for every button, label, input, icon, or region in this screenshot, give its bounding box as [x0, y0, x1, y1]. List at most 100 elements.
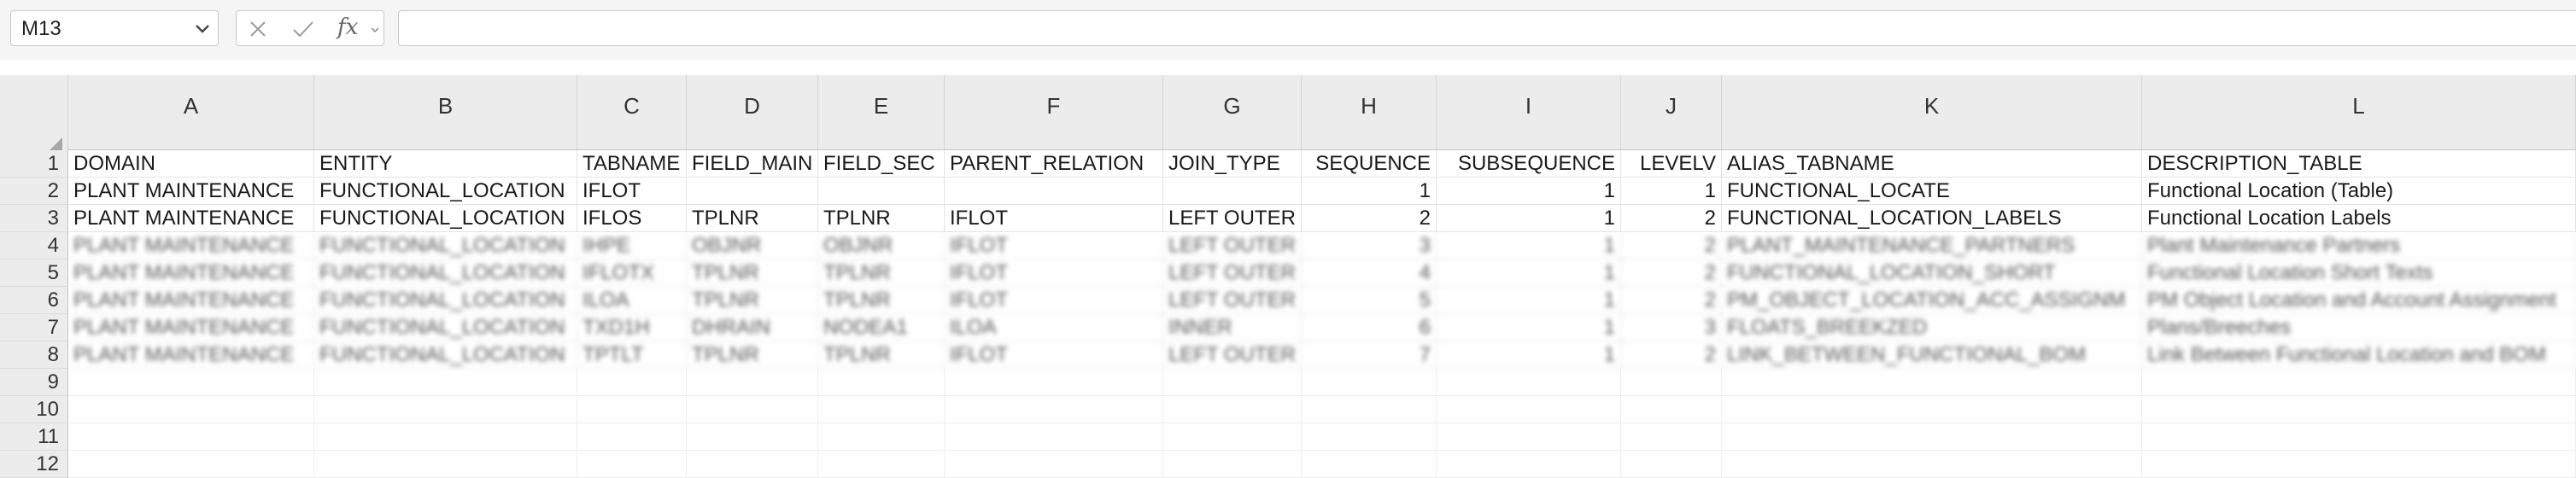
- cell-b10[interactable]: [314, 396, 577, 423]
- cell-h4[interactable]: 3: [1302, 232, 1437, 259]
- cell-h9[interactable]: [1302, 369, 1437, 396]
- cell-f5[interactable]: IFLOT: [945, 259, 1163, 287]
- cell-d4[interactable]: OBJNR: [687, 232, 818, 259]
- cell-g8[interactable]: LEFT OUTER: [1163, 341, 1302, 369]
- cell-a6[interactable]: PLANT MAINTENANCE: [68, 287, 314, 314]
- cell-b3[interactable]: FUNCTIONAL_LOCATION: [314, 205, 577, 232]
- cell-e1[interactable]: FIELD_SEC: [818, 150, 945, 178]
- cell-g10[interactable]: [1163, 396, 1302, 423]
- cell-k6[interactable]: PM_OBJECT_LOCATION_ACC_ASSIGNM: [1722, 287, 2142, 314]
- chevron-down-icon[interactable]: [192, 18, 213, 38]
- cell-e2[interactable]: [818, 178, 945, 205]
- cell-g5[interactable]: LEFT OUTER: [1163, 259, 1302, 287]
- cell-b4[interactable]: FUNCTIONAL_LOCATION: [314, 232, 577, 259]
- cell-i8[interactable]: 1: [1437, 341, 1621, 369]
- cell-i5[interactable]: 1: [1437, 259, 1621, 287]
- cell-h11[interactable]: [1302, 423, 1437, 451]
- cell-k1[interactable]: ALIAS_TABNAME: [1722, 150, 2142, 178]
- cell-a12[interactable]: [68, 451, 314, 478]
- cell-k9[interactable]: [1722, 369, 2142, 396]
- cell-c6[interactable]: ILOA: [577, 287, 687, 314]
- cell-h8[interactable]: 7: [1302, 341, 1437, 369]
- cell-j6[interactable]: 2: [1621, 287, 1722, 314]
- cell-a11[interactable]: [68, 423, 314, 451]
- cell-e6[interactable]: TPLNR: [818, 287, 945, 314]
- cell-j2[interactable]: 1: [1621, 178, 1722, 205]
- cell-c2[interactable]: IFLOT: [577, 178, 687, 205]
- cell-b5[interactable]: FUNCTIONAL_LOCATION: [314, 259, 577, 287]
- cell-c4[interactable]: IHPE: [577, 232, 687, 259]
- cell-a10[interactable]: [68, 396, 314, 423]
- cell-i1[interactable]: SUBSEQUENCE: [1437, 150, 1621, 178]
- cell-f11[interactable]: [945, 423, 1163, 451]
- cell-f2[interactable]: [945, 178, 1163, 205]
- cell-d11[interactable]: [687, 423, 818, 451]
- cell-f10[interactable]: [945, 396, 1163, 423]
- column-header-a[interactable]: A: [68, 75, 314, 150]
- cell-g6[interactable]: LEFT OUTER: [1163, 287, 1302, 314]
- cell-f6[interactable]: IFLOT: [945, 287, 1163, 314]
- cell-k12[interactable]: [1722, 451, 2142, 478]
- cell-b12[interactable]: [314, 451, 577, 478]
- cell-d2[interactable]: [687, 178, 818, 205]
- cell-k3[interactable]: FUNCTIONAL_LOCATION_LABELS: [1722, 205, 2142, 232]
- column-header-d[interactable]: D: [687, 75, 818, 150]
- cell-k7[interactable]: FLOATS_BREEKZED: [1722, 314, 2142, 341]
- cell-j4[interactable]: 2: [1621, 232, 1722, 259]
- cell-i4[interactable]: 1: [1437, 232, 1621, 259]
- cell-h10[interactable]: [1302, 396, 1437, 423]
- cell-d5[interactable]: TPLNR: [687, 259, 818, 287]
- cell-e5[interactable]: TPLNR: [818, 259, 945, 287]
- cell-d8[interactable]: TPLNR: [687, 341, 818, 369]
- cell-c12[interactable]: [577, 451, 687, 478]
- cell-a8[interactable]: PLANT MAINTENANCE: [68, 341, 314, 369]
- cell-k11[interactable]: [1722, 423, 2142, 451]
- cell-d6[interactable]: TPLNR: [687, 287, 818, 314]
- cell-d9[interactable]: [687, 369, 818, 396]
- cell-i11[interactable]: [1437, 423, 1621, 451]
- cell-e4[interactable]: OBJNR: [818, 232, 945, 259]
- cell-l12[interactable]: [2142, 451, 2576, 478]
- cell-c8[interactable]: TPTLT: [577, 341, 687, 369]
- cell-f1[interactable]: PARENT_RELATION: [945, 150, 1163, 178]
- cell-g3[interactable]: LEFT OUTER: [1163, 205, 1302, 232]
- chevron-down-icon[interactable]: [370, 25, 380, 35]
- cell-c1[interactable]: TABNAME: [577, 150, 687, 178]
- cell-c10[interactable]: [577, 396, 687, 423]
- column-header-k[interactable]: K: [1722, 75, 2142, 150]
- cell-a4[interactable]: PLANT MAINTENANCE: [68, 232, 314, 259]
- column-header-b[interactable]: B: [314, 75, 577, 150]
- column-header-i[interactable]: I: [1437, 75, 1621, 150]
- cell-b11[interactable]: [314, 423, 577, 451]
- cell-i2[interactable]: 1: [1437, 178, 1621, 205]
- cell-c3[interactable]: IFLOS: [577, 205, 687, 232]
- cell-d12[interactable]: [687, 451, 818, 478]
- cell-l6[interactable]: PM Object Location and Account Assignmen…: [2142, 287, 2576, 314]
- cell-b1[interactable]: ENTITY: [314, 150, 577, 178]
- cell-k4[interactable]: PLANT_MAINTENANCE_PARTNERS: [1722, 232, 2142, 259]
- cell-j1[interactable]: LEVELV: [1621, 150, 1722, 178]
- cell-l8[interactable]: Link Between Functional Location and BOM: [2142, 341, 2576, 369]
- cell-l5[interactable]: Functional Location Short Texts: [2142, 259, 2576, 287]
- cell-i10[interactable]: [1437, 396, 1621, 423]
- cell-h2[interactable]: 1: [1302, 178, 1437, 205]
- cell-e7[interactable]: NODEA1: [818, 314, 945, 341]
- column-header-g[interactable]: G: [1163, 75, 1302, 150]
- cell-e12[interactable]: [818, 451, 945, 478]
- cell-i6[interactable]: 1: [1437, 287, 1621, 314]
- cell-j9[interactable]: [1621, 369, 1722, 396]
- cell-e9[interactable]: [818, 369, 945, 396]
- check-icon[interactable]: [291, 20, 315, 38]
- cell-g2[interactable]: [1163, 178, 1302, 205]
- cell-f4[interactable]: IFLOT: [945, 232, 1163, 259]
- cell-l11[interactable]: [2142, 423, 2576, 451]
- cell-g4[interactable]: LEFT OUTER: [1163, 232, 1302, 259]
- column-header-l[interactable]: L: [2142, 75, 2576, 150]
- cell-h7[interactable]: 6: [1302, 314, 1437, 341]
- cell-b7[interactable]: FUNCTIONAL_LOCATION: [314, 314, 577, 341]
- cell-f3[interactable]: IFLOT: [945, 205, 1163, 232]
- name-box[interactable]: M13: [10, 10, 219, 46]
- cell-k10[interactable]: [1722, 396, 2142, 423]
- cell-c7[interactable]: TXD1H: [577, 314, 687, 341]
- column-header-c[interactable]: C: [577, 75, 687, 150]
